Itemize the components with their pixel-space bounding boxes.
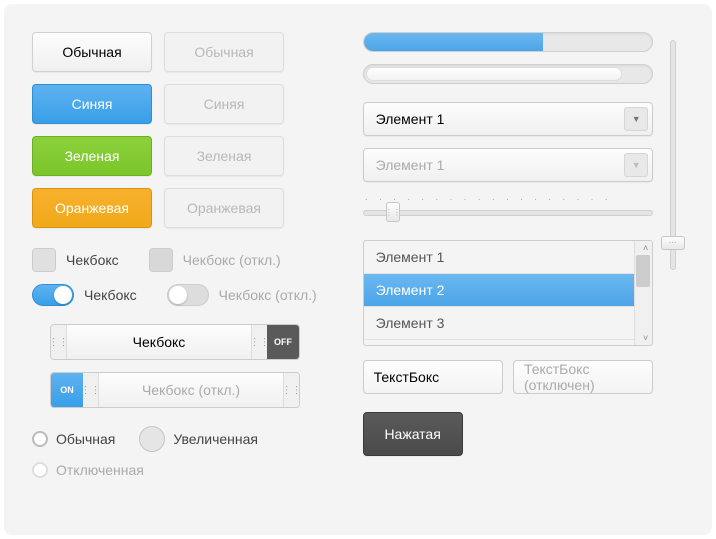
button-orange-disabled: Оранжевая (164, 188, 284, 228)
listbox[interactable]: Элемент 1 Элемент 2 Элемент 3 ˄ ˅ (363, 240, 654, 346)
progress-fill (364, 33, 543, 51)
large-toggle-disabled-label: Чекбокс (откл.) (99, 373, 283, 407)
left-column: Обычная Обычная Синяя Синяя Зеленая Зеле… (32, 32, 323, 515)
far-right-column: ⋯ (653, 32, 692, 515)
select-dropdown[interactable]: Элемент 1 ▼ (363, 102, 654, 136)
checkbox-label: Чекбокс (66, 252, 119, 268)
scroll-down-icon[interactable]: ˅ (643, 333, 648, 343)
checkbox-disabled (149, 248, 173, 272)
radio-large[interactable] (139, 426, 165, 452)
button-orange[interactable]: Оранжевая (32, 188, 152, 228)
select-dropdown-disabled: Элемент 1 ▼ (363, 148, 654, 182)
chevron-down-icon[interactable]: ▼ (624, 107, 648, 131)
grip-icon: ⋮⋮ (51, 325, 67, 359)
list-item-selected[interactable]: Элемент 2 (364, 274, 653, 307)
list-item[interactable]: Элемент 3 (364, 307, 653, 340)
grip-icon: ⋮⋮ (83, 373, 99, 407)
button-pressed[interactable]: Нажатая (363, 412, 463, 456)
toggle-label: Чекбокс (84, 287, 137, 303)
listbox-scrollbar[interactable]: ˄ ˅ (634, 241, 652, 345)
empty-pill-bar (363, 64, 654, 84)
horizontal-slider[interactable]: · · · · · · · · · · · · · · · · · · ⋮⋮ (363, 194, 654, 222)
checkbox-disabled-label: Чекбокс (откл.) (183, 252, 281, 268)
radio-normal[interactable] (32, 431, 48, 447)
toggle-on-cap: ON (51, 373, 83, 407)
select-disabled-value: Элемент 1 (376, 157, 445, 173)
checkbox[interactable] (32, 248, 56, 272)
text-input-disabled: ТекстБокс (отключен) (513, 360, 653, 394)
button-blue[interactable]: Синяя (32, 84, 152, 124)
button-blue-disabled: Синяя (164, 84, 284, 124)
radio-large-label: Увеличенная (173, 431, 258, 447)
button-default[interactable]: Обычная (32, 32, 152, 72)
progress-bar (363, 32, 654, 52)
vertical-slider[interactable]: ⋯ (659, 40, 687, 270)
large-toggle-off[interactable]: ⋮⋮ Чекбокс ⋮⋮ OFF (50, 324, 300, 360)
text-input[interactable]: ТекстБокс (363, 360, 503, 394)
grip-icon: ⋮⋮ (251, 325, 267, 359)
radio-disabled (32, 462, 48, 478)
radio-normal-label: Обычная (56, 431, 115, 447)
button-green[interactable]: Зеленая (32, 136, 152, 176)
list-item[interactable]: Элемент 1 (364, 241, 653, 274)
toggle-switch-on[interactable] (32, 284, 74, 306)
radio-disabled-label: Отключенная (56, 462, 144, 478)
button-green-disabled: Зеленая (164, 136, 284, 176)
toggle-off-cap: OFF (267, 325, 299, 359)
vslider-thumb[interactable]: ⋯ (661, 236, 685, 250)
grip-icon: ⋮⋮ (283, 373, 299, 407)
toggle-switch-disabled (167, 284, 209, 306)
large-toggle-label: Чекбокс (67, 325, 251, 359)
slider-ticks: · · · · · · · · · · · · · · · · · · (363, 194, 654, 205)
ui-kit-panel: Обычная Обычная Синяя Синяя Зеленая Зеле… (4, 4, 712, 535)
toggle-disabled-label: Чекбокс (откл.) (219, 287, 317, 303)
pill-inner (366, 67, 622, 81)
slider-thumb[interactable]: ⋮⋮ (386, 202, 400, 222)
scroll-up-icon[interactable]: ˄ (643, 243, 648, 253)
button-default-disabled: Обычная (164, 32, 284, 72)
chevron-down-icon: ▼ (624, 153, 648, 177)
select-value: Элемент 1 (376, 111, 445, 127)
right-column: Элемент 1 ▼ Элемент 1 ▼ · · · · · · · · … (363, 32, 654, 515)
large-toggle-on-disabled: ON ⋮⋮ Чекбокс (откл.) ⋮⋮ (50, 372, 300, 408)
slider-track (363, 210, 654, 216)
scrollbar-thumb[interactable] (636, 255, 650, 287)
